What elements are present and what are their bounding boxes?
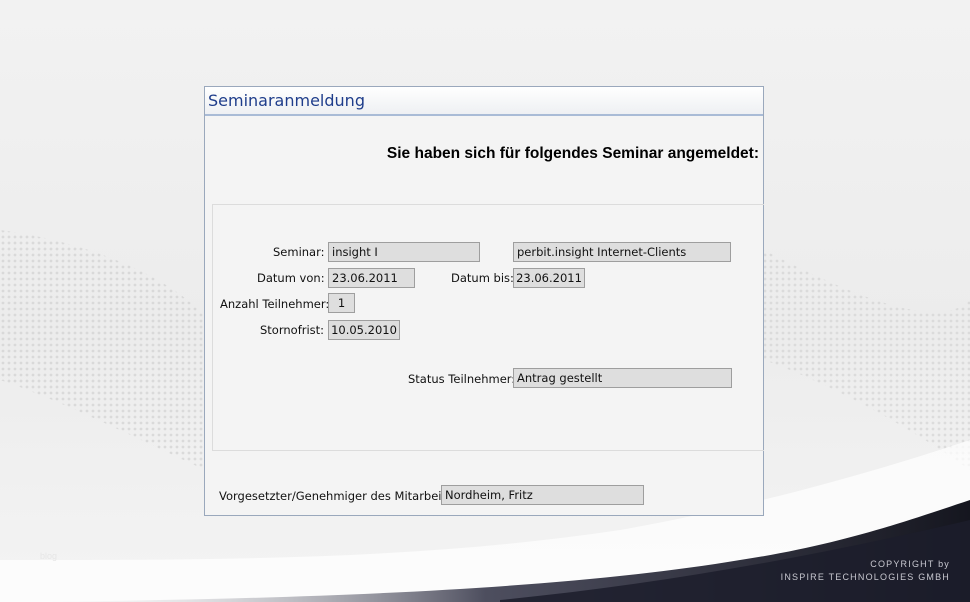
- seminar-label: Seminar:: [273, 245, 325, 259]
- vorgesetzter-label: Vorgesetzter/Genehmiger des Mitarbeiters…: [219, 489, 468, 503]
- status-teilnehmer-label: Status Teilnehmer:: [408, 372, 516, 386]
- seminar-description-field[interactable]: perbit.insight Internet-Clients: [513, 242, 731, 262]
- stornofrist-field[interactable]: 10.05.2010: [328, 320, 400, 340]
- copyright-line-1: COPYRIGHT by: [870, 559, 950, 569]
- stornofrist-label: Stornofrist:: [260, 323, 325, 337]
- datum-von-label: Datum von:: [257, 271, 325, 285]
- dialog-title: Seminaranmeldung: [208, 91, 365, 110]
- copyright-notice: COPYRIGHT by INSPIRE TECHNOLOGIES GMBH: [781, 558, 950, 584]
- faint-footer-note: blog: [40, 551, 58, 561]
- copyright-line-2: INSPIRE TECHNOLOGIES GMBH: [780, 572, 950, 582]
- confirmation-headline: Sie haben sich für folgendes Seminar ang…: [386, 145, 759, 162]
- seminar-field[interactable]: insight I: [328, 242, 480, 262]
- seminar-registration-dialog: Seminaranmeldung Sie haben sich für folg…: [204, 86, 764, 516]
- datum-bis-label: Datum bis:: [451, 271, 514, 285]
- datum-bis-field[interactable]: 23.06.2011: [513, 268, 585, 288]
- datum-von-field[interactable]: 23.06.2011: [328, 268, 415, 288]
- anzahl-teilnehmer-label: Anzahl Teilnehmer:: [220, 297, 330, 311]
- vorgesetzter-field[interactable]: Nordheim, Fritz: [441, 485, 644, 505]
- status-teilnehmer-field[interactable]: Antrag gestellt: [513, 368, 732, 388]
- anzahl-teilnehmer-field[interactable]: 1: [328, 293, 355, 313]
